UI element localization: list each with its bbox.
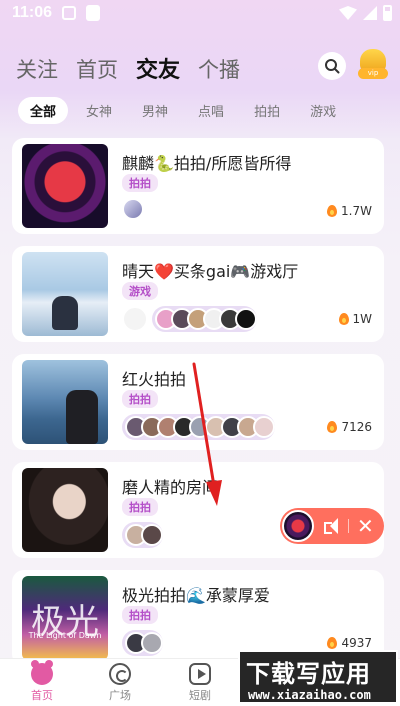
- heat-value: 7126: [341, 420, 372, 434]
- avatar: [124, 308, 146, 330]
- vip-badge: vip: [358, 68, 388, 79]
- watermark-url: www.xiazaihao.com: [248, 688, 371, 702]
- watermark-title: 下载写应用: [246, 660, 371, 688]
- search-icon: [325, 59, 340, 74]
- heat-value: 4937: [341, 636, 372, 650]
- cellular-icon: [363, 6, 377, 20]
- plaza-icon: [109, 663, 131, 685]
- room-title: 磨人精的房间: [122, 478, 219, 497]
- room-heat: 1.7W: [327, 204, 372, 218]
- nav-short-drama-label: 短剧: [189, 689, 211, 702]
- tab-home[interactable]: 首页: [76, 54, 118, 84]
- room-tag: 拍拍: [122, 498, 158, 516]
- notification-icon: [62, 6, 76, 20]
- room-title: 麒麟🐍拍拍/所愿皆所得: [122, 154, 292, 173]
- bear-home-icon: [31, 660, 53, 685]
- room-tag: 拍拍: [122, 390, 158, 408]
- status-icons: [339, 5, 392, 21]
- watermark-logo: 下载写应用 www.xiazaihao.com: [238, 650, 398, 704]
- room-tag: 拍拍: [122, 606, 158, 624]
- room-members: [122, 198, 144, 220]
- room-card[interactable]: 麒麟🐍拍拍/所愿皆所得 拍拍 1.7W: [12, 138, 384, 234]
- divider: [348, 519, 349, 533]
- vip-crown-button[interactable]: vip: [356, 49, 390, 79]
- play-icon: [189, 663, 211, 685]
- avatar: [141, 524, 163, 546]
- category-goddess[interactable]: 女神: [74, 97, 124, 124]
- room-members: [124, 306, 257, 332]
- flame-icon: [327, 637, 338, 649]
- flame-icon: [327, 421, 338, 433]
- nav-plaza-label: 广场: [109, 689, 131, 702]
- room-tag: 游戏: [122, 282, 158, 300]
- nav-short-drama[interactable]: 短剧: [170, 663, 230, 703]
- category-paipai[interactable]: 拍拍: [242, 97, 292, 124]
- close-icon[interactable]: ✕: [357, 516, 374, 536]
- tab-solo-live[interactable]: 个播: [198, 54, 240, 84]
- category-tabs: 全部 女神 男神 点唱 拍拍 游戏: [18, 97, 348, 124]
- heat-value: 1.7W: [341, 204, 372, 218]
- status-bar: 11:06: [0, 0, 400, 28]
- room-members: [122, 414, 275, 440]
- avatar: [122, 198, 144, 220]
- wifi-icon: [339, 6, 357, 20]
- cover-subtitle: The Light of Dawn: [28, 631, 102, 640]
- room-cover: [22, 252, 108, 336]
- room-cover: [22, 144, 108, 228]
- tab-friends[interactable]: 交友: [136, 52, 180, 84]
- category-game[interactable]: 游戏: [298, 97, 348, 124]
- room-members: [122, 522, 163, 548]
- room-tag: 拍拍: [122, 174, 158, 192]
- flame-icon: [338, 313, 349, 325]
- room-cover: [22, 468, 108, 552]
- category-all[interactable]: 全部: [18, 97, 69, 124]
- room-card[interactable]: 晴天❤️买条gai🎮游戏厅 游戏 1W: [12, 246, 384, 342]
- room-cover: 极光 The Light of Dawn: [22, 576, 108, 660]
- status-time: 11:06: [12, 4, 53, 21]
- mini-player-avatar[interactable]: [282, 510, 314, 542]
- mini-player[interactable]: ✕: [280, 508, 384, 544]
- avatar: [253, 416, 275, 438]
- app-notification-icon: [86, 5, 100, 21]
- tab-follow[interactable]: 关注: [16, 54, 58, 84]
- speaker-icon[interactable]: [324, 518, 342, 534]
- top-tabs: 关注 首页 交友 个播: [16, 52, 240, 84]
- category-song[interactable]: 点唱: [186, 97, 236, 124]
- nav-plaza[interactable]: 广场: [90, 663, 150, 703]
- battery-icon: [383, 5, 392, 21]
- room-title: 极光拍拍🌊承蒙厚爱: [122, 586, 270, 605]
- room-cover: [22, 360, 108, 444]
- flame-icon: [327, 205, 338, 217]
- room-title: 红火拍拍: [122, 370, 187, 389]
- room-heat: 7126: [327, 420, 372, 434]
- avatar: [235, 308, 257, 330]
- heat-value: 1W: [352, 312, 373, 326]
- nav-home-label: 首页: [31, 689, 53, 702]
- category-god[interactable]: 男神: [130, 97, 180, 124]
- room-title: 晴天❤️买条gai🎮游戏厅: [122, 262, 299, 281]
- search-button[interactable]: [318, 52, 346, 80]
- room-members: [122, 630, 163, 656]
- room-heat: 1W: [338, 312, 373, 326]
- member-tray: [152, 306, 257, 332]
- nav-home[interactable]: 首页: [12, 660, 72, 703]
- avatar: [141, 632, 163, 654]
- room-card[interactable]: 红火拍拍 拍拍 7126: [12, 354, 384, 450]
- room-heat: 4937: [327, 636, 372, 650]
